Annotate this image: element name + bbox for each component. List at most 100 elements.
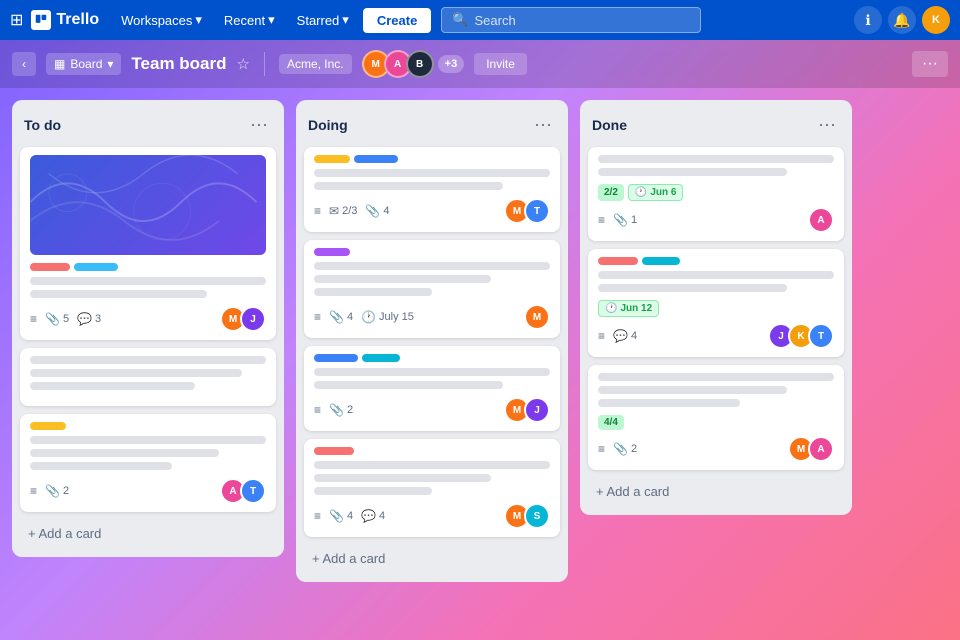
column-done: Done ··· 2/2🕐Jun 6 ≡ 📎 1 A🕐Jun 12 ≡ 💬 4 … xyxy=(580,100,852,515)
meta-text: 2/3 xyxy=(342,205,357,217)
board-view-button[interactable]: ▦ Board ▾ xyxy=(46,53,121,75)
more-options-button[interactable]: ··· xyxy=(912,51,948,77)
grid-icon[interactable]: ⊞ xyxy=(10,10,23,30)
member-avatars: M A B +3 xyxy=(362,50,465,78)
search-input[interactable] xyxy=(474,13,690,28)
card-label xyxy=(314,354,358,362)
card-done-1[interactable]: 2/2🕐Jun 6 ≡ 📎 1 A xyxy=(588,147,844,241)
recent-menu[interactable]: Recent ▾ xyxy=(216,8,283,32)
meta-text: 3 xyxy=(95,313,101,325)
meta-item: ≡ xyxy=(314,403,321,417)
column-menu-doing[interactable]: ··· xyxy=(530,112,556,137)
invite-button[interactable]: Invite xyxy=(474,53,527,75)
card-badges: 2/2🕐Jun 6 xyxy=(598,184,834,201)
card-doing-1[interactable]: ≡ ✉ 2/3 📎 4 MT xyxy=(304,147,560,232)
title-line xyxy=(30,356,266,364)
card-doing-3[interactable]: ≡ 📎 2 MJ xyxy=(304,346,560,431)
meta-icon: 🕐 xyxy=(361,310,376,324)
card-title xyxy=(598,155,834,176)
title-line xyxy=(598,284,787,292)
meta-item: ≡ xyxy=(314,204,321,218)
card-meta: ≡ ✉ 2/3 📎 4 xyxy=(314,204,389,218)
meta-text: 1 xyxy=(631,214,637,226)
card-label xyxy=(598,257,638,265)
card-member-avatar: J xyxy=(524,397,550,423)
workspace-tag[interactable]: Acme, Inc. xyxy=(279,54,352,74)
star-button[interactable]: ☆ xyxy=(237,55,250,73)
card-labels xyxy=(314,354,550,362)
title-line xyxy=(598,373,834,381)
title-line xyxy=(598,271,834,279)
meta-icon: 💬 xyxy=(361,509,376,523)
card-badges: 🕐Jun 12 xyxy=(598,300,834,317)
card-label xyxy=(30,422,66,430)
meta-item: 📎 2 xyxy=(45,484,69,498)
card-done-2[interactable]: 🕐Jun 12 ≡ 💬 4 JKT xyxy=(588,249,844,357)
card-members: MT xyxy=(504,198,550,224)
card-title xyxy=(314,368,550,389)
member-avatar-3[interactable]: B xyxy=(406,50,434,78)
search-bar[interactable]: 🔍 xyxy=(441,7,701,33)
column-doing: Doing ··· ≡ ✉ 2/3 📎 4 MT ≡ 📎 4 🕐 July xyxy=(296,100,568,582)
card-meta: ≡ 📎 5 💬 3 xyxy=(30,312,101,326)
column-header-done: Done ··· xyxy=(588,110,844,139)
notifications-button[interactable]: 🔔 xyxy=(888,6,916,34)
title-line xyxy=(598,155,834,163)
meta-text: 2 xyxy=(631,443,637,455)
column-menu-todo[interactable]: ··· xyxy=(246,112,272,137)
title-line xyxy=(30,462,172,470)
meta-item: 📎 1 xyxy=(613,213,637,227)
title-line xyxy=(30,449,219,457)
meta-icon: ≡ xyxy=(314,509,321,523)
column-header-doing: Doing ··· xyxy=(304,110,560,139)
card-label xyxy=(362,354,400,362)
card-label xyxy=(354,155,398,163)
column-header-todo: To do ··· xyxy=(20,110,276,139)
meta-icon: 📎 xyxy=(45,312,60,326)
add-card-button-todo[interactable]: + Add a card xyxy=(20,520,276,547)
column-todo: To do ··· ≡ 📎 5 💬 xyxy=(12,100,284,557)
title-line xyxy=(314,182,503,190)
collapse-sidebar-button[interactable]: ‹ xyxy=(12,52,36,76)
card-footer: ≡ 📎 2 MA xyxy=(598,436,834,462)
plus-members-badge[interactable]: +3 xyxy=(438,55,465,73)
card-todo-3[interactable]: ≡ 📎 2 AT xyxy=(20,414,276,512)
title-line xyxy=(314,487,432,495)
card-done-3[interactable]: 4/4 ≡ 📎 2 MA xyxy=(588,365,844,470)
meta-icon: 💬 xyxy=(77,312,92,326)
card-badges: 4/4 xyxy=(598,415,834,430)
card-meta: ≡ 📎 2 xyxy=(598,442,637,456)
column-menu-done[interactable]: ··· xyxy=(814,112,840,137)
card-label xyxy=(314,447,354,455)
trello-logo[interactable]: Trello xyxy=(31,10,99,30)
user-avatar[interactable]: K xyxy=(922,6,950,34)
meta-icon: ≡ xyxy=(314,204,321,218)
card-badge: 4/4 xyxy=(598,415,624,430)
create-button[interactable]: Create xyxy=(363,8,431,33)
card-title xyxy=(598,271,834,292)
meta-item: 📎 2 xyxy=(329,403,353,417)
card-label xyxy=(314,248,350,256)
add-card-button-done[interactable]: + Add a card xyxy=(588,478,844,505)
card-title xyxy=(314,169,550,190)
workspaces-menu[interactable]: Workspaces ▾ xyxy=(113,8,210,32)
card-doing-4[interactable]: ≡ 📎 4 💬 4 MS xyxy=(304,439,560,537)
card-todo-1[interactable]: ≡ 📎 5 💬 3 MJ xyxy=(20,147,276,340)
starred-menu[interactable]: Starred ▾ xyxy=(289,8,357,32)
card-doing-2[interactable]: ≡ 📎 4 🕐 July 15 M xyxy=(304,240,560,338)
card-labels xyxy=(314,447,550,455)
card-cover xyxy=(30,155,266,255)
info-button[interactable]: ℹ xyxy=(854,6,882,34)
meta-icon: ≡ xyxy=(314,403,321,417)
card-member-avatar: T xyxy=(808,323,834,349)
card-members: JKT xyxy=(768,323,834,349)
meta-text: 5 xyxy=(63,313,69,325)
divider xyxy=(264,52,265,76)
add-card-button-doing[interactable]: + Add a card xyxy=(304,545,560,572)
card-footer: ≡ 📎 2 AT xyxy=(30,478,266,504)
meta-item: 📎 5 xyxy=(45,312,69,326)
card-todo-2[interactable] xyxy=(20,348,276,406)
card-footer: ≡ 📎 4 💬 4 MS xyxy=(314,503,550,529)
title-line xyxy=(314,368,550,376)
title-line xyxy=(314,169,550,177)
